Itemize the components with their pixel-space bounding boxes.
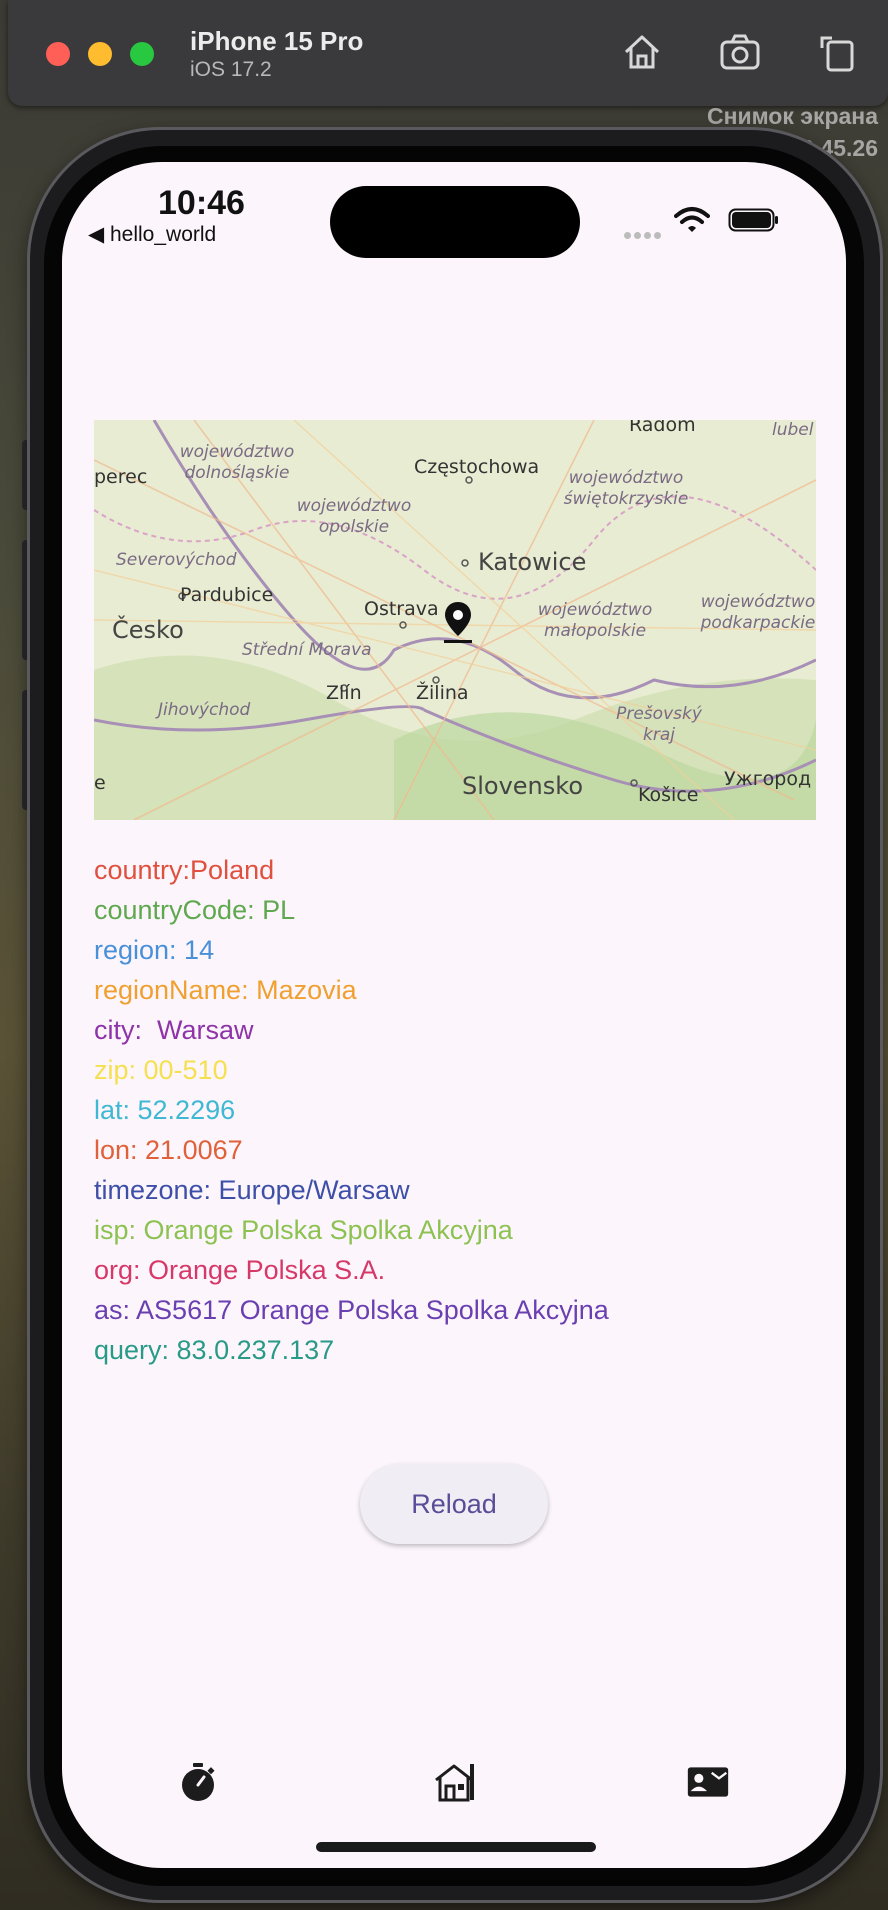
map-label-kosice: Košice	[638, 784, 699, 806]
house-icon[interactable]	[432, 1760, 476, 1804]
map-label-stredni-morava: Střední Morava	[242, 640, 372, 660]
info-query: query: 83.0.237.137	[94, 1335, 335, 1365]
map-label-malopolskie: województwo małopolskie	[537, 600, 653, 641]
map-label-radom: Radom	[629, 420, 696, 436]
map-label-e: e	[94, 772, 106, 794]
map-label-podkarpackie: województwo podkarpackie	[700, 592, 816, 633]
info-region-name: regionName: Mazovia	[94, 975, 357, 1005]
info-lon: lon: 21.0067	[94, 1135, 243, 1165]
back-to-app-link[interactable]: ◀ hello_world	[88, 222, 216, 247]
info-city: city: Warsaw	[94, 1015, 254, 1045]
reload-button[interactable]: Reload	[360, 1464, 548, 1544]
map-label-presovsky: Prešovský kraj	[616, 704, 702, 745]
cellular-signal-icon	[624, 226, 664, 244]
screenshot-icon[interactable]	[718, 30, 762, 74]
map-label-jihovychod: Jihovýchod	[158, 700, 251, 720]
map-label-dolnoslaskie: województwo dolnośląskie	[179, 442, 295, 483]
map-label-perec: perec	[94, 466, 148, 488]
simulator-toolbar: iPhone 15 Pro iOS 17.2	[8, 0, 888, 106]
rotate-icon[interactable]	[816, 30, 860, 74]
action-button	[22, 690, 30, 810]
device-name: iPhone 15 Pro	[190, 26, 364, 56]
volume-up-button	[22, 440, 30, 510]
info-org: org: Orange Polska S.A.	[94, 1255, 386, 1285]
info-timezone: timezone: Europe/Warsaw	[94, 1175, 410, 1205]
contact-mail-icon[interactable]	[686, 1760, 730, 1804]
wifi-icon	[674, 207, 710, 232]
battery-icon	[728, 208, 778, 232]
home-indicator[interactable]	[316, 1842, 596, 1852]
map-label-czestochowa: Częstochowa	[414, 456, 540, 478]
map-label-ostrava: Ostrava	[364, 598, 439, 620]
screenshot-label-title: Снимок экрана	[706, 103, 878, 129]
map-label-cesko: Česko	[112, 616, 184, 644]
map-view[interactable]: Radom lubel województwo dolnośląskie Czę…	[94, 420, 816, 820]
map-label-katowice: Katowice	[478, 548, 587, 576]
map-label-lubel: lubel	[772, 420, 814, 440]
map-label-zlin: Zlín	[326, 682, 362, 704]
map-label-opolskie: województwo opolskie	[296, 496, 412, 537]
map-label-severovychod: Severovýchod	[116, 550, 237, 570]
map-label-slovensko: Slovensko	[462, 772, 583, 800]
phone-screen: 10:46 ◀ hello_world Radom lubel wojewódz…	[62, 162, 846, 1868]
dynamic-island	[330, 186, 580, 258]
stopwatch-icon[interactable]	[176, 1760, 220, 1804]
info-country: country:Poland	[94, 855, 275, 885]
info-country-code: countryCode: PL	[94, 895, 296, 925]
map-label-zilina: Žilina	[416, 682, 469, 704]
info-isp: isp: Orange Polska Spolka Akcyjna	[94, 1215, 513, 1245]
location-pin-icon[interactable]	[440, 600, 476, 646]
map-label-uzhhorod: Ужгород	[724, 768, 812, 790]
close-window-button[interactable]	[46, 42, 70, 66]
info-as: as: AS5617 Orange Polska Spolka Akcyjna	[94, 1295, 609, 1325]
zoom-window-button[interactable]	[130, 42, 154, 66]
map-label-swietokrzyskie: województwo świętokrzyskie	[563, 468, 689, 509]
volume-down-button	[22, 540, 30, 660]
info-zip: zip: 00-510	[94, 1055, 228, 1085]
minimize-window-button[interactable]	[88, 42, 112, 66]
home-icon[interactable]	[620, 30, 664, 74]
info-region: region: 14	[94, 935, 215, 965]
ip-info-list: country:Poland countryCode: PL region: 1…	[94, 850, 609, 1370]
map-label-pardubice: Pardubice	[180, 584, 274, 606]
info-lat: lat: 52.2296	[94, 1095, 236, 1125]
status-time: 10:46	[158, 184, 245, 222]
os-version: iOS 17.2	[190, 58, 272, 81]
